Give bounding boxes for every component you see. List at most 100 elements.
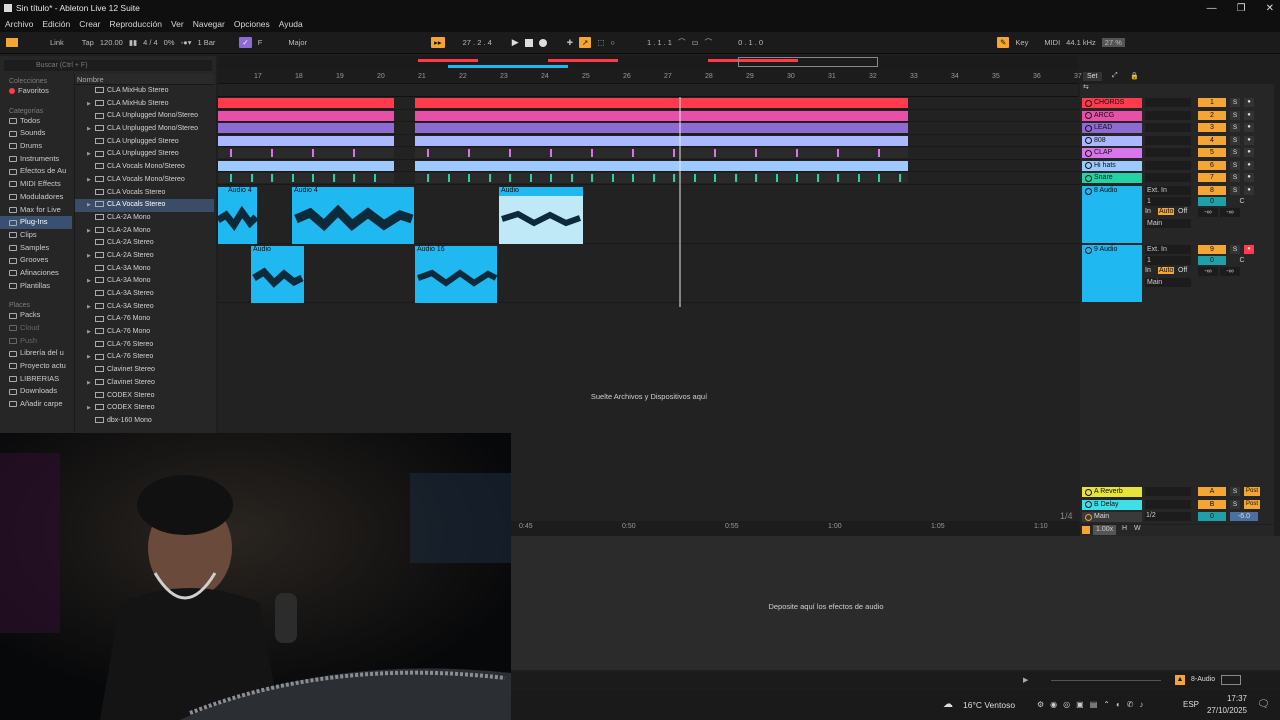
set-button[interactable]: Set: [1083, 72, 1102, 81]
sidebar-item-librerias[interactable]: LIBRERIAS: [0, 373, 72, 386]
expand-triangle-icon[interactable]: ▶: [87, 174, 91, 187]
sidebar-item-clips[interactable]: Clips: [0, 229, 72, 242]
solo-button[interactable]: S: [1230, 487, 1240, 496]
arrangement-position[interactable]: 27 . 2 . 4: [463, 38, 492, 47]
solo-button[interactable]: S: [1230, 245, 1240, 254]
monitor-auto[interactable]: Auto: [1158, 267, 1175, 274]
send-a[interactable]: -∞: [1198, 208, 1218, 217]
loop-icon[interactable]: ○: [610, 38, 615, 47]
menu-navegar[interactable]: Navegar: [193, 19, 225, 29]
file-item[interactable]: CLA-2A Mono: [75, 212, 214, 225]
stop-button[interactable]: [524, 38, 533, 47]
track-name[interactable]: CLAP: [1082, 148, 1142, 158]
track-activator-icon[interactable]: [1085, 174, 1092, 182]
sidebar-item-downloads[interactable]: Downloads: [0, 385, 72, 398]
sidebar-item-instruments[interactable]: Instruments: [0, 153, 72, 166]
sidebar-item-drums[interactable]: Drums: [0, 140, 72, 153]
input-type-select[interactable]: Ext. In: [1145, 245, 1191, 254]
clock-time[interactable]: 17:37: [1207, 694, 1247, 703]
sidebar-item-moduladores[interactable]: Moduladores: [0, 191, 72, 204]
track-number[interactable]: 9: [1198, 245, 1226, 254]
minimize-button[interactable]: —: [1207, 3, 1217, 14]
sidebar-item-add-folder[interactable]: Añadir carpe: [0, 398, 72, 411]
monitor-off[interactable]: Off: [1178, 208, 1187, 215]
expand-icon[interactable]: ⤢: [1112, 72, 1118, 80]
file-item[interactable]: ▶ CLA Vocals Mono/Stereo: [75, 174, 214, 187]
monitor-in[interactable]: In: [1145, 208, 1151, 215]
file-item[interactable]: ▶ CLA Unplugged Stereo: [75, 148, 214, 161]
track-volume[interactable]: 0: [1198, 256, 1226, 265]
sidebar-item-favoritos[interactable]: Favoritos: [0, 85, 72, 98]
return-volume-slot[interactable]: [1145, 499, 1191, 509]
expand-triangle-icon[interactable]: ▶: [87, 301, 91, 314]
track-volume-slot[interactable]: [1145, 110, 1191, 120]
track-name[interactable]: ARCG: [1082, 110, 1142, 121]
track-volume-slot[interactable]: [1145, 173, 1191, 182]
sidebar-item-plantillas[interactable]: Plantillas: [0, 280, 72, 293]
file-item[interactable]: CLA-3A Stereo: [75, 288, 214, 301]
track-pan[interactable]: C: [1230, 256, 1254, 265]
track-activator-icon[interactable]: [1085, 137, 1092, 144]
monitor-auto[interactable]: Auto: [1158, 208, 1175, 215]
sidebar-item-afinaciones[interactable]: Afinaciones: [0, 267, 72, 280]
file-item[interactable]: ▶ CLA-76 Stereo: [75, 351, 214, 364]
notification-icon[interactable]: 🗨: [1257, 699, 1270, 710]
arm-button[interactable]: ●: [1244, 173, 1254, 182]
sidebar-item-sounds[interactable]: Sounds: [0, 127, 72, 140]
return-volume-slot[interactable]: [1145, 487, 1191, 496]
zoom-level[interactable]: 1.00x: [1093, 525, 1117, 535]
track-activator-icon[interactable]: [1085, 187, 1092, 195]
track-activator-icon[interactable]: [1085, 149, 1092, 157]
send-a[interactable]: -∞: [1198, 267, 1218, 276]
record-button[interactable]: [538, 38, 547, 47]
track-name[interactable]: Snare: [1082, 173, 1142, 183]
loop-length-field[interactable]: 0 . 1 . 0: [738, 38, 763, 47]
output-select[interactable]: Main: [1145, 278, 1191, 287]
track-number[interactable]: 8: [1198, 186, 1226, 195]
track-name[interactable]: CHORDS: [1082, 98, 1142, 108]
arm-button[interactable]: ●: [1244, 123, 1254, 132]
column-header-name[interactable]: Nombre: [75, 74, 214, 85]
weather-icon[interactable]: ☁: [943, 699, 953, 710]
track-number[interactable]: 7: [1198, 173, 1226, 182]
w-button[interactable]: W: [1134, 525, 1141, 532]
return-number[interactable]: A: [1198, 487, 1226, 496]
solo-button[interactable]: S: [1230, 160, 1240, 170]
track-number[interactable]: 5: [1198, 148, 1226, 157]
file-item[interactable]: CLA-76 Stereo: [75, 339, 214, 352]
track-name[interactable]: 808: [1082, 135, 1142, 146]
track-activator-icon[interactable]: [1085, 162, 1092, 169]
arm-button[interactable]: ●: [1244, 160, 1254, 170]
menu-edicion[interactable]: Edición: [42, 19, 70, 29]
zoom-icon[interactable]: [1082, 526, 1090, 534]
solo-button[interactable]: S: [1230, 173, 1240, 182]
punch-out-icon[interactable]: ⌒: [705, 37, 713, 48]
solo-button[interactable]: S: [1230, 110, 1240, 120]
track-activator-icon[interactable]: [1085, 488, 1092, 496]
track-number[interactable]: 4: [1198, 135, 1226, 145]
sidebar-item-samples[interactable]: Samples: [0, 242, 72, 255]
track-activator-icon[interactable]: [1085, 246, 1092, 254]
key-select[interactable]: F: [258, 38, 263, 47]
return-track-name[interactable]: Main: [1082, 512, 1142, 522]
menu-ver[interactable]: Ver: [171, 19, 184, 29]
arrows-icon[interactable]: ⇆: [1083, 83, 1089, 91]
input-type-select[interactable]: Ext. In: [1145, 186, 1191, 195]
expand-triangle-icon[interactable]: ▶: [87, 199, 91, 212]
track-volume[interactable]: 0: [1198, 197, 1226, 206]
sidebar-item-todos[interactable]: Todos: [0, 115, 72, 128]
arm-button[interactable]: ●: [1244, 135, 1254, 145]
return-number[interactable]: 0: [1198, 512, 1226, 521]
weather-text[interactable]: 16°C Ventoso: [963, 700, 1015, 710]
return-track-name[interactable]: B Delay: [1082, 499, 1142, 510]
output-select[interactable]: Main: [1145, 219, 1191, 228]
track-name[interactable]: Hi hats: [1082, 160, 1142, 171]
automation-arm-icon[interactable]: ↗: [579, 37, 592, 48]
file-item[interactable]: CODEX Stereo: [75, 390, 214, 403]
lock-icon[interactable]: 🔒: [1130, 72, 1139, 80]
tempo-field[interactable]: 120.00: [100, 38, 123, 47]
track-activator-icon[interactable]: [1085, 112, 1092, 119]
file-item[interactable]: ▶ CLA-76 Mono: [75, 326, 214, 339]
browser-toggle-icon[interactable]: [6, 38, 18, 47]
play-small-icon[interactable]: ▶: [1023, 676, 1028, 684]
